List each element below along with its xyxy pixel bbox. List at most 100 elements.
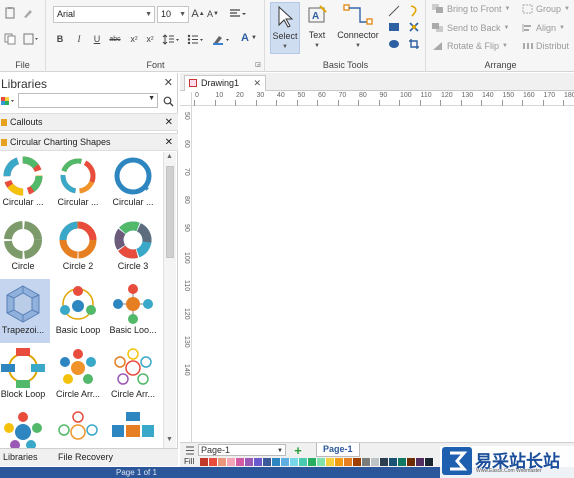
color-swatch[interactable] [380, 458, 389, 466]
color-swatch[interactable] [425, 458, 434, 466]
ellipse-tool-icon[interactable] [387, 38, 401, 50]
library-search-input[interactable]: ▼ [18, 93, 158, 108]
select-tool-button[interactable]: Select ▼ [270, 2, 300, 54]
shape-circle-3[interactable]: Circle 3 [106, 215, 160, 279]
line-tool-icon[interactable] [387, 4, 401, 18]
color-swatch[interactable] [236, 458, 245, 466]
scroll-down-icon[interactable]: ▼ [166, 436, 173, 443]
color-swatch[interactable] [308, 458, 317, 466]
shape-circular-3[interactable]: Circular ... [106, 151, 160, 215]
color-swatch[interactable] [209, 458, 218, 466]
bring-to-front-button[interactable]: Bring to Front ▼ [432, 4, 510, 14]
library-scrollbar[interactable]: ▲ ▼ [163, 152, 176, 448]
shape-row5-3[interactable] [106, 407, 160, 448]
color-swatch[interactable] [317, 458, 326, 466]
copy-icon[interactable] [3, 32, 17, 46]
page-list-icon[interactable] [184, 445, 196, 456]
color-swatch[interactable] [290, 458, 299, 466]
group-button[interactable]: Group ▼ [522, 4, 570, 14]
color-swatch[interactable] [281, 458, 290, 466]
text-tool-button[interactable]: A Text ▼ [302, 2, 332, 54]
arc-tool-icon[interactable] [407, 4, 421, 18]
clipboard-icon[interactable] [22, 32, 40, 46]
paste-icon[interactable] [3, 6, 17, 20]
color-swatch[interactable] [254, 458, 263, 466]
strikethrough-icon[interactable]: abc [108, 33, 122, 45]
distribute-button[interactable]: Distribut [522, 41, 569, 51]
shape-row5-2[interactable] [51, 407, 105, 448]
tab-file-recovery[interactable]: File Recovery [58, 452, 113, 462]
search-icon[interactable] [161, 94, 175, 108]
shape-row5-1[interactable] [0, 407, 50, 448]
align-button[interactable]: Align ▼ [522, 23, 565, 33]
shrink-font-icon[interactable]: A ▼ [207, 7, 219, 21]
grow-font-icon[interactable]: A ▲ [191, 7, 204, 21]
color-swatch[interactable] [389, 458, 398, 466]
shape-basic-loop-2[interactable]: Basic Loo... [106, 279, 160, 343]
ruler-tick [317, 100, 318, 106]
shape-trapezoid[interactable]: Trapezoi... [0, 279, 50, 343]
font-color-icon[interactable]: A ▼ [238, 31, 260, 45]
line-spacing-icon[interactable] [161, 33, 181, 45]
color-swatch[interactable] [362, 458, 371, 466]
color-swatch[interactable] [272, 458, 281, 466]
scroll-up-icon[interactable]: ▲ [166, 153, 173, 160]
shape-circle-2[interactable]: Circle 2 [51, 215, 105, 279]
color-swatch[interactable] [263, 458, 272, 466]
library-category-callouts[interactable]: Callouts ✕ [0, 113, 178, 131]
text-tool-icon: A [308, 5, 327, 23]
shape-circular-2[interactable]: Circular ... [51, 151, 105, 215]
font-family-select[interactable]: Arial ▼ [53, 6, 155, 23]
color-swatch[interactable] [218, 458, 227, 466]
text-align-icon[interactable] [227, 7, 249, 21]
circle-arrow-2-icon [114, 348, 152, 385]
color-swatch[interactable] [227, 458, 236, 466]
color-swatch[interactable] [245, 458, 254, 466]
ruler-label: 110 [420, 92, 432, 99]
close-icon[interactable]: ✕ [165, 134, 173, 151]
color-swatch[interactable] [416, 458, 425, 466]
color-swatch[interactable] [407, 458, 416, 466]
shape-circle-arrow-2[interactable]: Circle Arr... [106, 343, 160, 407]
text-highlight-icon[interactable] [211, 33, 233, 45]
shape-circle-arrow[interactable]: Circle Arr... [51, 343, 105, 407]
font-size-select[interactable]: 10 ▼ [157, 6, 189, 23]
color-swatch[interactable] [326, 458, 335, 466]
crop-tool-icon[interactable] [407, 38, 421, 50]
tab-libraries[interactable]: Libraries [3, 452, 38, 462]
tab-drawing1[interactable]: Drawing1 ✕ [184, 75, 266, 91]
shape-block-loop[interactable]: Block Loop [0, 343, 50, 407]
bold-icon[interactable]: B [55, 33, 65, 45]
color-swatch[interactable] [353, 458, 362, 466]
bullets-icon[interactable] [186, 33, 206, 45]
underline-icon[interactable]: U [92, 33, 102, 45]
color-swatch[interactable] [371, 458, 380, 466]
page-selector[interactable]: Page-1 ▼ [198, 444, 286, 456]
color-swatch[interactable] [335, 458, 344, 466]
library-category-circular-charting-shapes[interactable]: Circular Charting Shapes ✕ [0, 133, 178, 151]
library-menu-icon[interactable] [0, 94, 16, 108]
shape-basic-loop[interactable]: Basic Loop [51, 279, 105, 343]
italic-icon[interactable]: I [74, 33, 84, 45]
color-swatch[interactable] [200, 458, 209, 466]
cross-tool-icon[interactable] [407, 21, 421, 33]
format-painter-icon[interactable] [21, 6, 35, 20]
close-icon[interactable]: ✕ [165, 114, 173, 131]
tab-page-1[interactable]: Page-1 [316, 443, 360, 457]
connector-tool-button[interactable]: Connector ▼ [337, 2, 379, 54]
close-icon[interactable]: ✕ [164, 76, 173, 89]
rectangle-tool-icon[interactable] [387, 21, 401, 33]
send-to-back-button[interactable]: Send to Back ▼ [432, 23, 510, 33]
drawing-canvas[interactable] [193, 107, 574, 442]
scroll-thumb[interactable] [166, 166, 174, 258]
color-swatch[interactable] [398, 458, 407, 466]
close-icon[interactable]: ✕ [253, 76, 261, 90]
superscript-icon[interactable]: x2 [145, 33, 155, 45]
shape-circular-1[interactable]: Circular ... [0, 151, 50, 215]
rotate-flip-button[interactable]: Rotate & Flip ▼ [432, 41, 508, 51]
color-swatch[interactable] [344, 458, 353, 466]
color-swatch[interactable] [299, 458, 308, 466]
add-page-icon[interactable]: + [292, 443, 304, 458]
shape-circle[interactable]: Circle [0, 215, 50, 279]
subscript-icon[interactable]: x2 [129, 33, 139, 45]
